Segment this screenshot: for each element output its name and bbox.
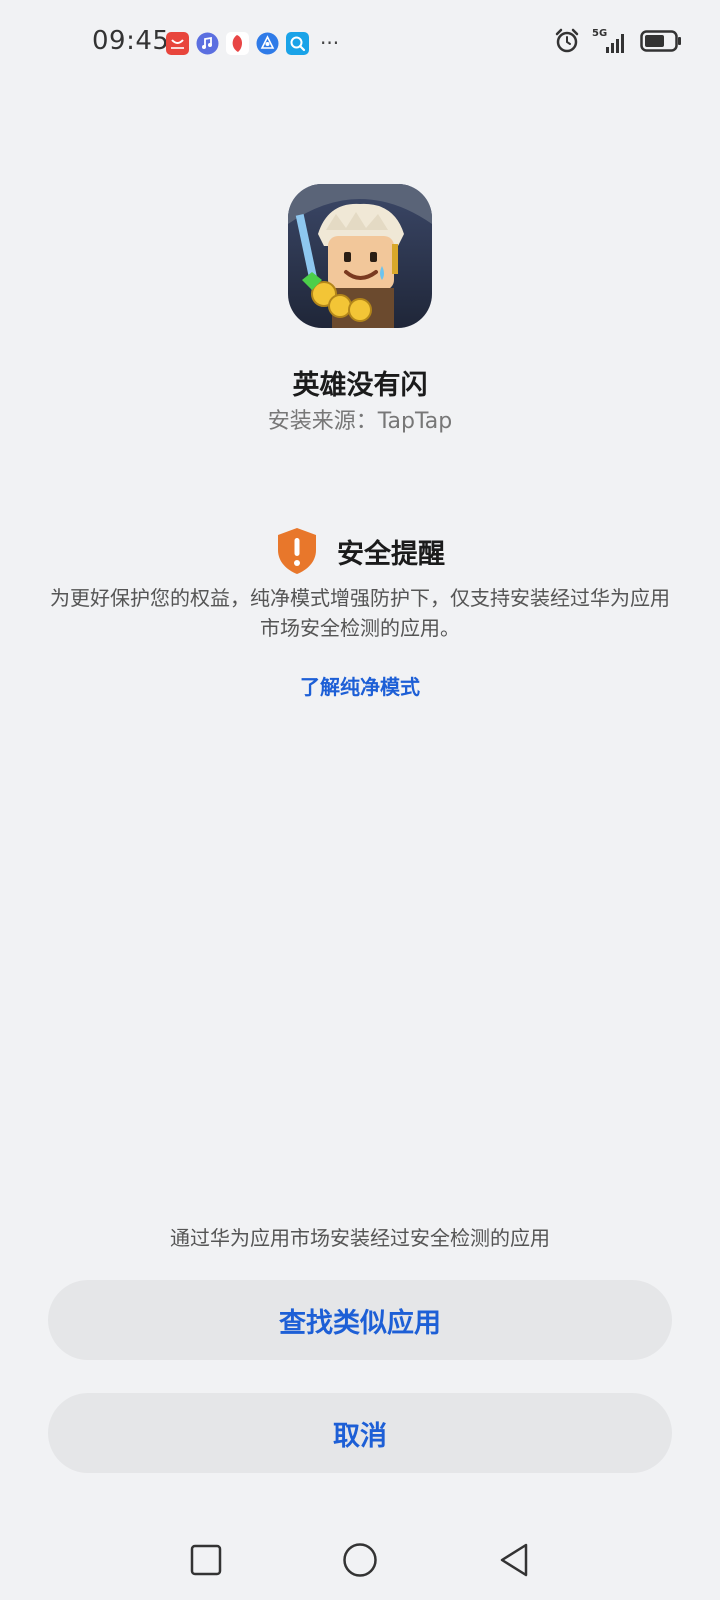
signal-icon: 5G: [592, 28, 628, 56]
alarm-icon: [554, 28, 580, 58]
music-icon: [196, 32, 219, 55]
back-button[interactable]: [484, 1530, 544, 1590]
app-name: 英雄没有闪: [292, 370, 428, 401]
petal-icon: [226, 31, 249, 55]
status-right: 5G: [554, 28, 682, 58]
circle-icon: [343, 1543, 377, 1577]
security-message: 为更好保护您的权益，纯净模式增强防护下，仅支持安装经过华为应用市场安全检测的应用…: [50, 586, 670, 640]
install-source: 安装来源：TapTap: [267, 409, 453, 434]
bottom-hint: 通过华为应用市场安装经过安全检测的应用: [170, 1226, 550, 1250]
security-header: 安全提醒: [0, 526, 720, 576]
learn-pure-mode-link[interactable]: 了解纯净模式: [0, 671, 720, 700]
find-similar-apps-button[interactable]: 查找类似应用: [48, 1280, 672, 1360]
shield-warning-icon: [275, 526, 319, 576]
home-button[interactable]: [330, 1530, 390, 1590]
app-icon: [288, 184, 432, 328]
search-app-icon: [286, 31, 309, 55]
navigation-bar: [0, 1530, 720, 1590]
battery-icon: [640, 30, 682, 56]
status-time: 09:45: [92, 26, 170, 56]
more-notifications: ···: [320, 31, 340, 55]
triangle-back-icon: [500, 1543, 528, 1577]
notification-icons: ···: [166, 31, 339, 55]
huawei-appgallery-icon: [166, 31, 189, 55]
recent-apps-button[interactable]: [176, 1530, 236, 1590]
browser-icon: [256, 32, 279, 55]
status-bar: 09:45 ··· 5G: [0, 0, 720, 88]
square-icon: [190, 1544, 222, 1576]
cancel-button[interactable]: 取消: [48, 1393, 672, 1473]
security-title: 安全提醒: [337, 538, 445, 570]
